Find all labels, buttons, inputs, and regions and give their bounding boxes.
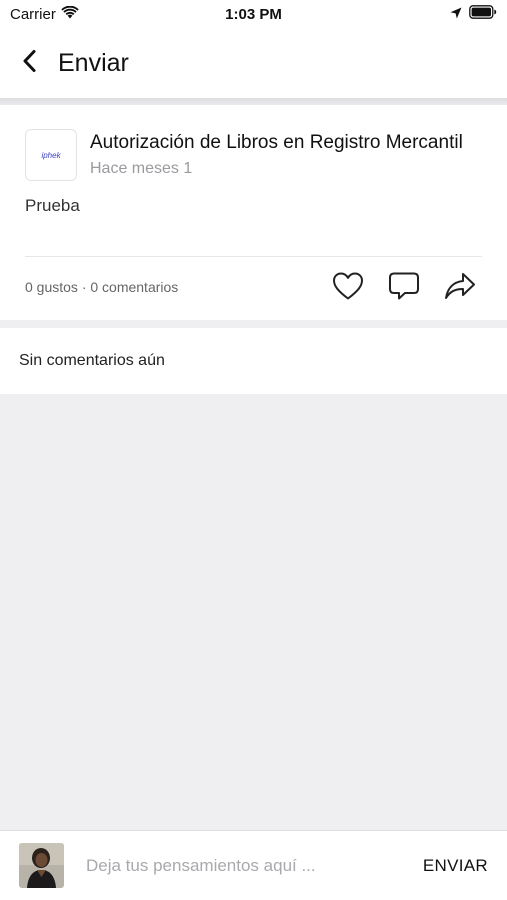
comment-icon: [388, 271, 420, 306]
status-right: [450, 5, 497, 23]
carrier-label: Carrier: [10, 5, 56, 23]
location-arrow-icon: [450, 6, 462, 23]
thumbnail-logo: iphek: [41, 150, 61, 160]
post-thumbnail[interactable]: iphek: [25, 129, 77, 181]
avatar: [19, 843, 64, 888]
wifi-icon: [61, 5, 79, 23]
post-time: Hace meses 1: [90, 160, 193, 177]
share-icon: [444, 271, 476, 306]
comment-input[interactable]: [86, 855, 423, 876]
share-button[interactable]: [443, 271, 477, 305]
screen: Carrier 1:03 PM Enviar iphek Autorizació…: [0, 0, 507, 900]
post-body: Prueba: [25, 196, 80, 215]
post-actions: [331, 271, 477, 305]
header-divider: [0, 98, 507, 105]
post-title[interactable]: Autorización de Libros en Registro Merca…: [90, 132, 485, 154]
chevron-left-icon: [22, 49, 38, 78]
header: Enviar: [0, 28, 507, 98]
send-button[interactable]: ENVIAR: [423, 856, 488, 876]
like-button[interactable]: [331, 271, 365, 305]
comment-button[interactable]: [387, 271, 421, 305]
comments-empty-state: Sin comentarios aún: [0, 328, 507, 394]
battery-icon: [469, 5, 497, 23]
page-title: Enviar: [58, 48, 129, 77]
post-card: iphek Autorización de Libros en Registro…: [0, 105, 507, 320]
status-left: Carrier: [10, 5, 79, 23]
heart-icon: [332, 271, 364, 306]
post-stats: 0 gustos · 0 comentarios: [25, 279, 179, 295]
back-button[interactable]: [22, 48, 46, 78]
status-bar: Carrier 1:03 PM: [0, 0, 507, 28]
post-divider: [25, 256, 482, 257]
comment-bar: ENVIAR: [0, 830, 507, 900]
